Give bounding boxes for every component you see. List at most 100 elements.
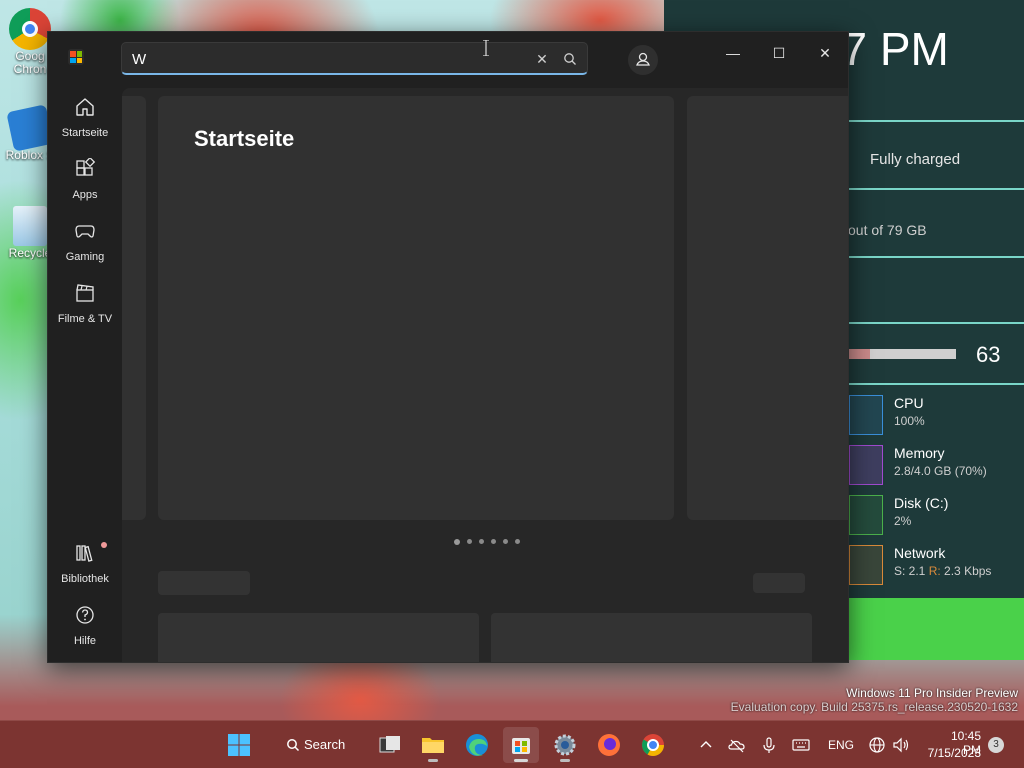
taskbar-search-label: Search bbox=[304, 737, 346, 752]
metric-network[interactable]: Network S: 2.1 R: 2.3 Kbps bbox=[849, 545, 1024, 589]
movies-icon bbox=[76, 284, 94, 302]
network-receive-value: 2.3 Kbps bbox=[944, 564, 992, 578]
chrome-button[interactable] bbox=[635, 727, 671, 763]
nav-item-hilfe[interactable]: Hilfe bbox=[48, 600, 122, 656]
divider bbox=[849, 120, 1024, 122]
notification-count-badge[interactable]: 3 bbox=[988, 737, 1004, 753]
touch-keyboard-button[interactable] bbox=[791, 735, 811, 755]
carousel-pager[interactable] bbox=[454, 538, 520, 545]
metric-value: 100% bbox=[894, 414, 925, 428]
minimize-button[interactable]: — bbox=[710, 38, 756, 68]
taskbar-search-button[interactable]: Search bbox=[276, 729, 362, 761]
store-logo-icon bbox=[68, 49, 84, 65]
nav-label: Gaming bbox=[65, 251, 105, 263]
active-indicator bbox=[514, 759, 528, 762]
metric-cpu[interactable]: CPU 100% bbox=[849, 395, 1024, 439]
firefox-button[interactable] bbox=[591, 727, 627, 763]
file-explorer-button[interactable] bbox=[415, 727, 451, 763]
speaker-icon bbox=[893, 737, 909, 753]
task-view-button[interactable] bbox=[372, 727, 408, 763]
hero-title: Startseite bbox=[194, 126, 295, 151]
divider bbox=[849, 256, 1024, 258]
running-indicator bbox=[560, 759, 570, 762]
divider bbox=[849, 188, 1024, 190]
running-indicator bbox=[428, 759, 438, 762]
metric-name: Memory bbox=[894, 445, 945, 461]
watermark-line1: Windows 11 Pro Insider Preview bbox=[846, 686, 1018, 700]
recycle-bin-icon bbox=[13, 206, 47, 246]
microphone-button[interactable] bbox=[759, 735, 779, 755]
clear-search-button[interactable]: ✕ bbox=[534, 51, 550, 67]
folder-icon bbox=[422, 738, 444, 753]
title-bar[interactable]: ✕ — ☐ ✕ bbox=[48, 32, 848, 88]
carousel-dot[interactable] bbox=[491, 539, 496, 544]
edge-button[interactable] bbox=[459, 727, 495, 763]
cloud-offline-icon bbox=[728, 739, 745, 753]
divider bbox=[849, 383, 1024, 385]
volume-button[interactable] bbox=[891, 735, 911, 755]
windows-logo-icon bbox=[228, 734, 250, 756]
onedrive-button[interactable] bbox=[727, 735, 747, 755]
disk-graph bbox=[849, 495, 883, 535]
green-backdrop bbox=[849, 598, 1024, 660]
tile-placeholder bbox=[491, 613, 812, 662]
network-button[interactable] bbox=[867, 735, 887, 755]
taskbar-date[interactable]: 7/15/2023 bbox=[925, 746, 981, 760]
show-hidden-icons-button[interactable] bbox=[696, 735, 716, 755]
close-button[interactable]: ✕ bbox=[802, 38, 848, 68]
hero-card-previous[interactable] bbox=[122, 96, 146, 520]
see-all-placeholder bbox=[753, 573, 805, 593]
edge-icon bbox=[466, 734, 488, 756]
carousel-dot[interactable] bbox=[479, 539, 484, 544]
hero-card-next[interactable] bbox=[687, 96, 848, 520]
carousel-dot[interactable] bbox=[503, 539, 508, 544]
carousel-dot[interactable] bbox=[515, 539, 520, 544]
gamepad-icon bbox=[75, 225, 95, 238]
chevron-up-icon bbox=[700, 741, 712, 748]
input-language[interactable]: ENG bbox=[828, 738, 854, 752]
metric-memory[interactable]: Memory 2.8/4.0 GB (70%) bbox=[849, 445, 1024, 489]
nav-item-startseite[interactable]: Startseite bbox=[48, 92, 122, 148]
firefox-icon bbox=[598, 734, 620, 756]
task-view-icon bbox=[379, 736, 400, 753]
start-button[interactable] bbox=[221, 727, 257, 763]
keyboard-icon bbox=[792, 739, 810, 751]
network-send-value: S: 2.1 bbox=[894, 564, 926, 578]
search-icon bbox=[287, 739, 300, 752]
store-icon bbox=[512, 738, 530, 754]
search-input[interactable] bbox=[132, 49, 512, 69]
settings-button[interactable] bbox=[547, 727, 583, 763]
carousel-dot[interactable] bbox=[467, 539, 472, 544]
microsoft-store-window: ✕ — ☐ ✕ Startseite bbox=[47, 31, 849, 663]
divider bbox=[849, 322, 1024, 324]
microphone-icon bbox=[763, 737, 775, 753]
nav-label: Bibliothek bbox=[61, 573, 109, 585]
microsoft-store-button[interactable] bbox=[503, 727, 539, 763]
progress-value: 63 bbox=[976, 342, 1001, 367]
nav-label: Startseite bbox=[61, 127, 109, 139]
nav-label: Hilfe bbox=[73, 635, 96, 647]
windows-watermark: Windows 11 Pro Insider Preview Evaluatio… bbox=[731, 686, 1018, 714]
search-icon[interactable] bbox=[562, 51, 578, 67]
nav-item-apps[interactable]: Apps bbox=[48, 154, 122, 210]
cpu-graph bbox=[849, 395, 883, 435]
hero-card[interactable]: Startseite bbox=[158, 96, 674, 520]
gear-icon bbox=[554, 734, 576, 756]
globe-icon bbox=[869, 737, 885, 753]
nav-item-bibliothek[interactable]: Bibliothek bbox=[48, 538, 122, 594]
nav-label: Apps bbox=[72, 189, 98, 201]
nav-item-filme-tv[interactable]: Filme & TV bbox=[48, 278, 122, 334]
metric-disk[interactable]: Disk (C:) 2% bbox=[849, 495, 1024, 539]
library-icon bbox=[76, 545, 93, 562]
home-icon bbox=[76, 98, 94, 116]
watermark-line2: Evaluation copy. Build 25375.rs_release.… bbox=[730, 700, 1018, 714]
chrome-icon bbox=[642, 734, 664, 756]
maximize-button[interactable]: ☐ bbox=[756, 38, 802, 68]
battery-status: Fully charged bbox=[870, 151, 961, 168]
nav-label: Filme & TV bbox=[57, 313, 113, 325]
apps-icon bbox=[76, 156, 96, 176]
search-box[interactable]: ✕ bbox=[121, 42, 588, 75]
carousel-dot[interactable] bbox=[454, 538, 460, 545]
account-button[interactable] bbox=[628, 45, 658, 75]
nav-item-gaming[interactable]: Gaming bbox=[48, 216, 122, 272]
